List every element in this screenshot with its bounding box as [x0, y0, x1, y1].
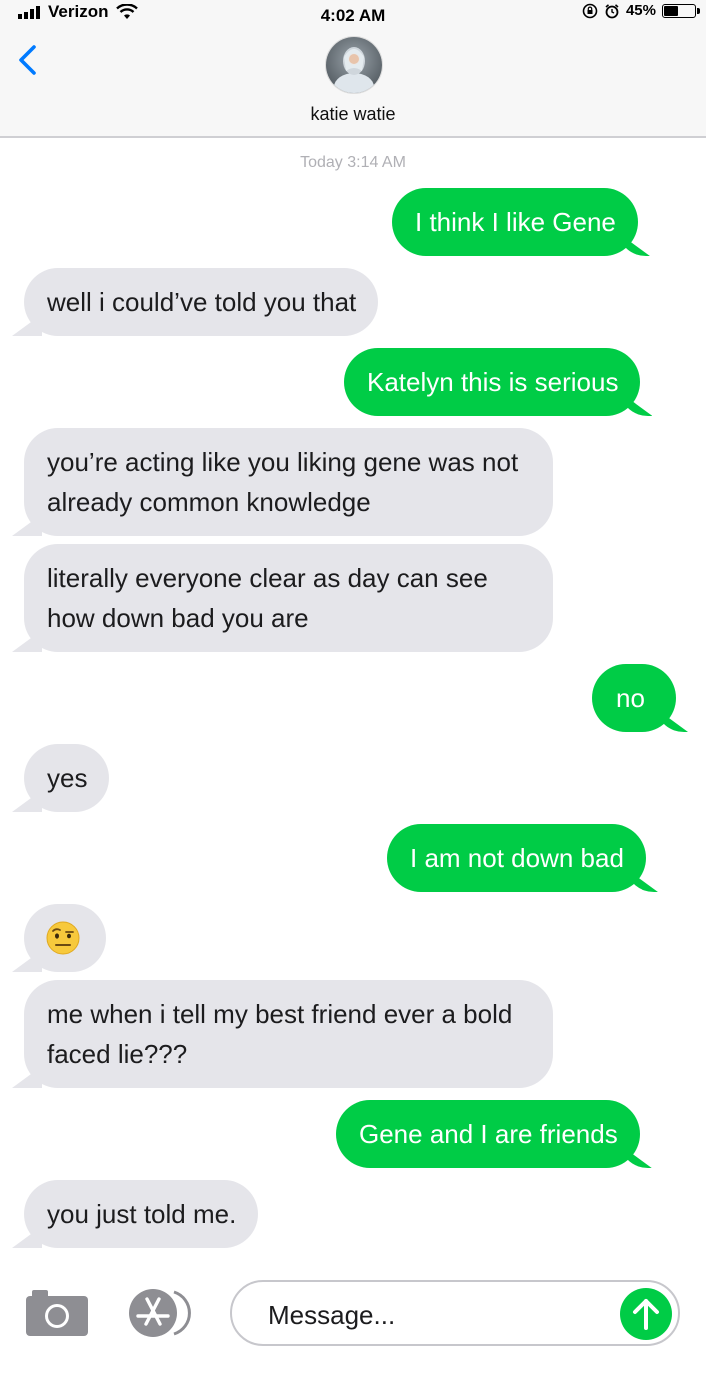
status-right: 45%	[582, 2, 700, 19]
message-bubble-outgoing[interactable]: I think I like Gene	[392, 188, 638, 256]
camera-icon[interactable]	[26, 1288, 88, 1336]
message-text: I think I like Gene	[415, 207, 616, 237]
message-text: me when i tell my best friend ever a bol…	[47, 999, 513, 1069]
message-text: you’re acting like you liking gene was n…	[47, 447, 519, 517]
message-bubble-incoming[interactable]: you’re acting like you liking gene was n…	[24, 428, 553, 536]
message-input[interactable]: Message...	[230, 1280, 680, 1346]
send-button[interactable]	[620, 1288, 672, 1340]
message-text: yes	[47, 763, 88, 793]
message-input-bar: Message...	[0, 1260, 706, 1374]
avatar-image	[326, 37, 382, 93]
message-text: you just told me.	[47, 1199, 237, 1229]
message-bubble-incoming[interactable]: me when i tell my best friend ever a bol…	[24, 980, 553, 1088]
contact-name[interactable]: katie watie	[0, 104, 706, 125]
orientation-lock-icon	[582, 3, 598, 18]
message-bubble-incoming[interactable]: well i could’ve told you that	[24, 268, 379, 336]
message-bubble-incoming[interactable]	[24, 904, 106, 972]
message-input-placeholder: Message...	[268, 1300, 396, 1330]
message-bubble-outgoing[interactable]: I am not down bad	[387, 824, 646, 892]
chevron-left-icon[interactable]	[14, 44, 44, 76]
message-bubble-outgoing[interactable]: no	[592, 664, 676, 732]
message-text: well i could’ve told you that	[47, 287, 357, 317]
battery-icon	[662, 3, 700, 18]
message-bubble-incoming[interactable]: yes	[24, 744, 110, 812]
message-bubble-outgoing[interactable]: Katelyn this is serious	[344, 348, 641, 416]
message-text: literally everyone clear as day can see …	[47, 563, 488, 633]
send-arrow-up-icon	[633, 1299, 659, 1330]
conversation-header: katie watie	[0, 34, 706, 138]
face-with-raised-eyebrow-icon	[46, 921, 80, 955]
status-bar: Verizon 4:02 AM 45%	[0, 0, 706, 34]
message-text: Katelyn this is serious	[367, 367, 619, 397]
avatar[interactable]	[325, 36, 383, 94]
message-text: I am not down bad	[410, 843, 624, 873]
message-bubble-incoming[interactable]: literally everyone clear as day can see …	[24, 544, 553, 652]
message-bubble-outgoing[interactable]: Gene and I are friends	[336, 1100, 640, 1168]
battery-fill	[664, 5, 678, 16]
message-text: no	[616, 683, 645, 713]
conversation-timestamp: Today 3:14 AM	[300, 154, 406, 171]
alarm-icon	[605, 3, 619, 18]
message-bubble-incoming[interactable]: you just told me.	[24, 1180, 259, 1248]
battery-percent: 45%	[625, 2, 656, 19]
message-text: Gene and I are friends	[359, 1119, 618, 1149]
app-store-icon[interactable]	[128, 1286, 196, 1340]
